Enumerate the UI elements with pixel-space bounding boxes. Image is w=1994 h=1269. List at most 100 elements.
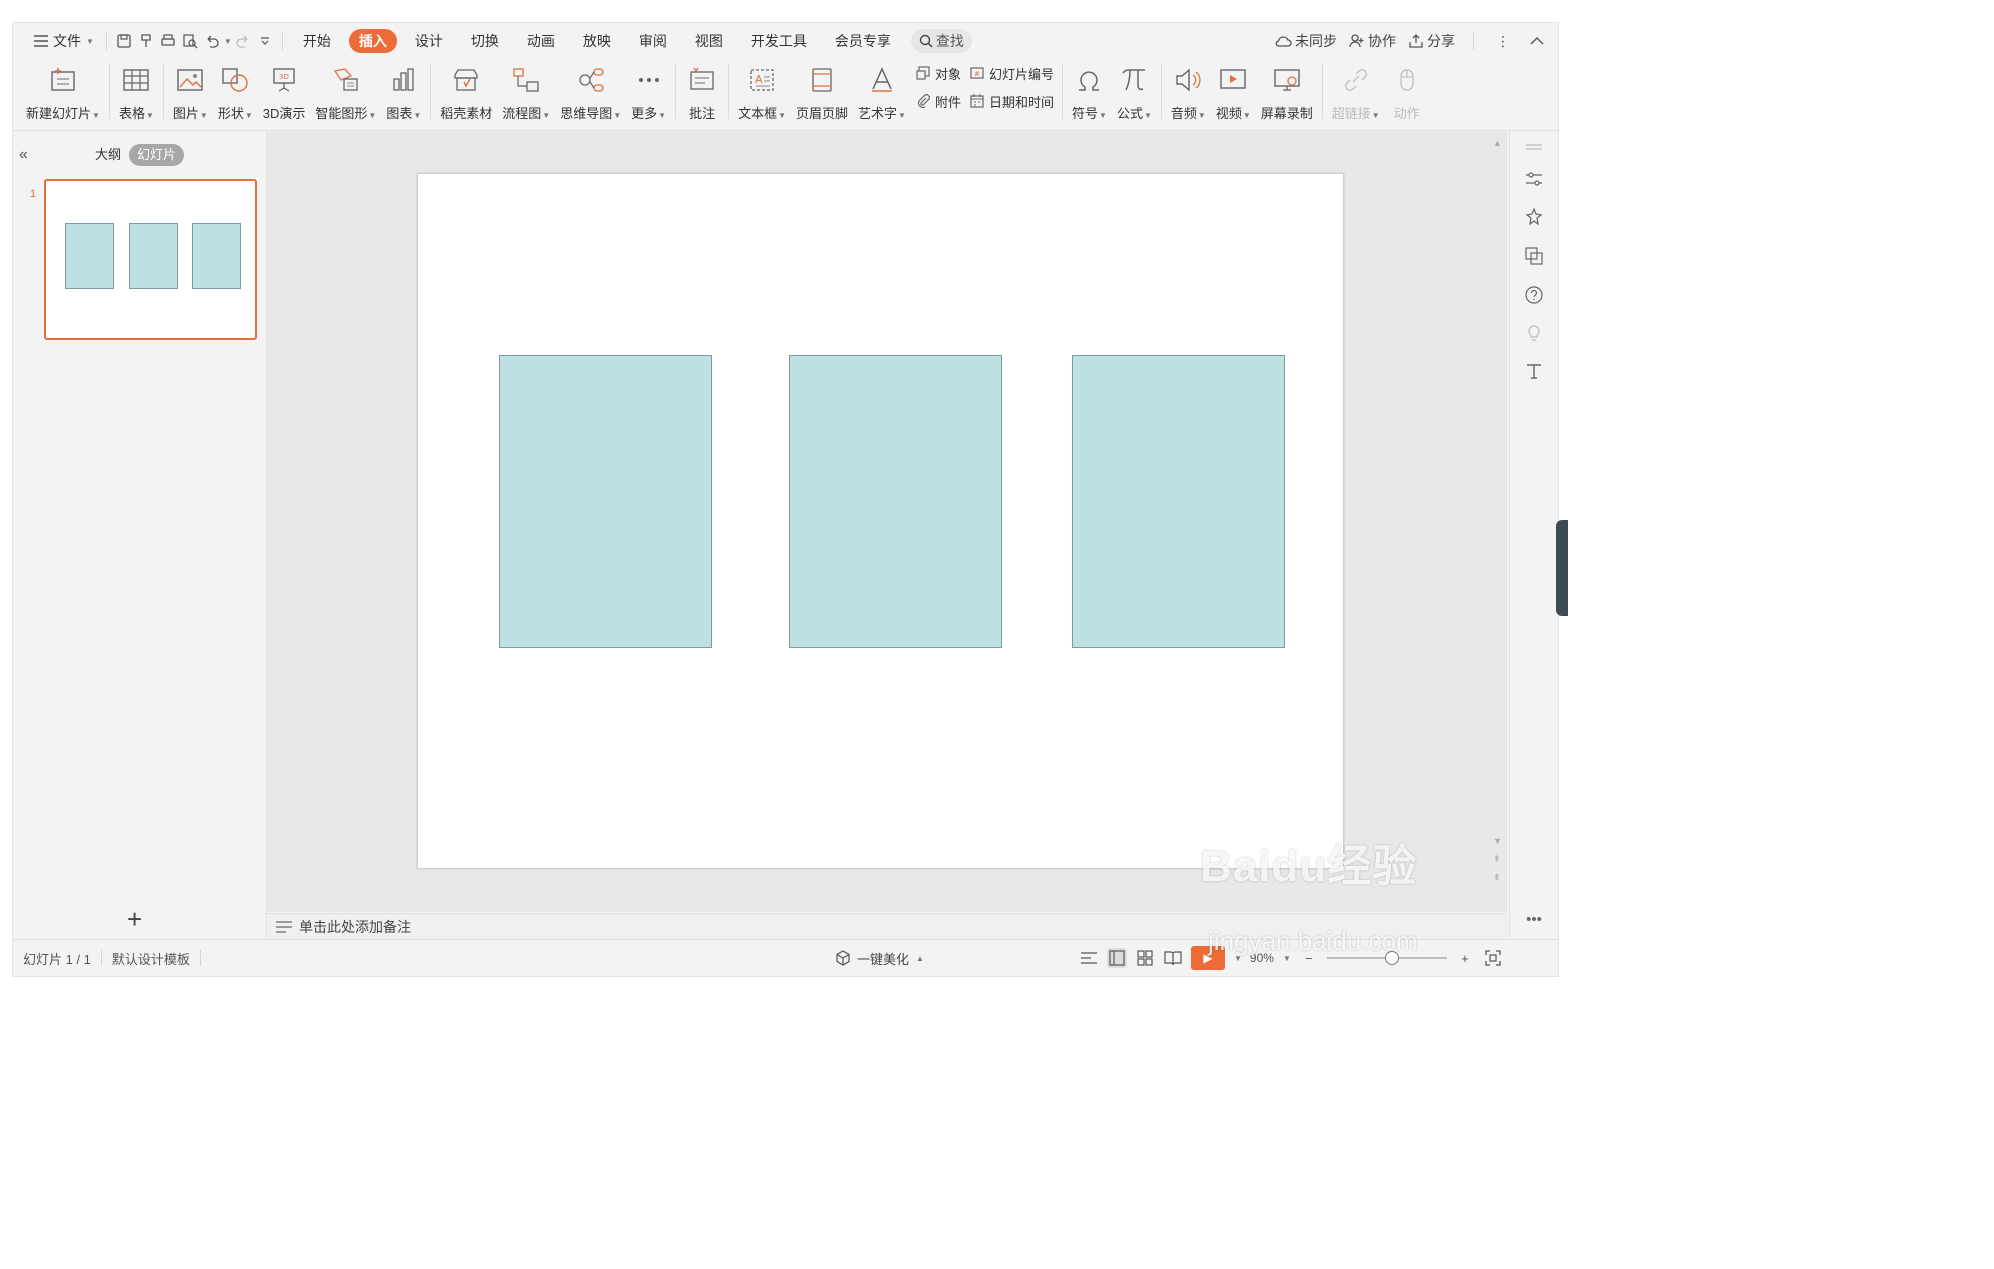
sync-button[interactable]: 未同步: [1274, 31, 1337, 51]
add-slide-button[interactable]: +: [127, 906, 142, 932]
slide-thumbnail[interactable]: [44, 179, 257, 340]
3d-presentation-button[interactable]: 3D 3D演示: [258, 59, 311, 125]
table-label: 表格: [118, 106, 145, 121]
action-button[interactable]: 动作: [1385, 59, 1429, 125]
symbol-button[interactable]: 符号▼: [1067, 59, 1112, 125]
side-panel-handle[interactable]: [1556, 520, 1568, 616]
picture-button[interactable]: 图片▼: [168, 59, 213, 125]
wordart-button[interactable]: 艺术字▼: [853, 59, 911, 125]
sync-label: 未同步: [1295, 33, 1337, 49]
textbox-button[interactable]: A 文本框▼: [733, 59, 791, 125]
more-horizontal-icon[interactable]: •••: [1523, 908, 1545, 930]
tab-slides[interactable]: 幻灯片: [129, 144, 185, 166]
hyperlink-label: 超链接: [1331, 106, 1371, 121]
chart-button[interactable]: 图表▼: [381, 59, 426, 125]
outline-view-icon[interactable]: [1079, 948, 1099, 968]
rectangle-shape[interactable]: [499, 355, 712, 648]
divider: [675, 63, 677, 119]
tab-member[interactable]: 会员专享: [821, 29, 905, 53]
screen-record-button[interactable]: 屏幕录制: [1256, 59, 1318, 125]
attachment-button[interactable]: 附件: [915, 91, 961, 111]
material-button[interactable]: 稻壳素材: [435, 59, 497, 125]
screen-record-icon: [1270, 63, 1304, 97]
pi-icon: [1117, 63, 1151, 97]
textbox-label: 文本框: [738, 106, 778, 121]
slide-sorter-icon[interactable]: [1135, 948, 1155, 968]
fit-window-icon[interactable]: [1483, 948, 1503, 968]
slide-canvas[interactable]: [417, 173, 1344, 869]
vertical-scrollbar[interactable]: ▲ ▼ ⇞ ⇟: [1489, 132, 1507, 912]
share-button[interactable]: 分享: [1408, 31, 1455, 51]
new-slide-button[interactable]: 新建幻灯片▼: [21, 59, 105, 125]
redo-icon[interactable]: [232, 30, 254, 52]
collaborate-button[interactable]: 协作: [1349, 31, 1396, 51]
tab-design[interactable]: 设计: [401, 29, 457, 53]
audio-button[interactable]: 音频▼: [1166, 59, 1211, 125]
transform-icon[interactable]: [1523, 245, 1545, 267]
datetime-button[interactable]: 日期和时间: [969, 91, 1054, 111]
slide-counter: 幻灯片 1 / 1: [23, 951, 91, 967]
smartart-button[interactable]: 智能图形▼: [310, 59, 381, 125]
more-vertical-icon[interactable]: ⋮: [1492, 30, 1514, 52]
tab-view[interactable]: 视图: [681, 29, 737, 53]
template-name[interactable]: 默认设计模板: [102, 949, 200, 968]
object-button[interactable]: 对象: [915, 63, 961, 83]
sidebar-grip-icon: [1523, 136, 1545, 158]
tab-insert[interactable]: 插入: [348, 29, 397, 53]
beautify-label: 一键美化: [857, 951, 910, 967]
shape-icon: [218, 63, 252, 97]
screen-record-label: 屏幕录制: [1260, 106, 1313, 121]
customize-toolbar-icon[interactable]: [254, 30, 276, 52]
normal-view-icon[interactable]: [1107, 948, 1127, 968]
print-preview-icon[interactable]: [179, 30, 201, 52]
more-button[interactable]: 更多▼: [626, 59, 671, 125]
rectangle-shape[interactable]: [1072, 355, 1285, 648]
divider: [281, 32, 283, 50]
tab-outline[interactable]: 大纲: [87, 144, 129, 166]
shape-button[interactable]: 形状▼: [213, 59, 258, 125]
properties-icon[interactable]: [1523, 168, 1545, 190]
collapse-ribbon-icon[interactable]: [1526, 30, 1548, 52]
header-footer-button[interactable]: 页眉页脚: [791, 59, 853, 125]
chevron-down-icon: ▼: [92, 111, 100, 120]
slide-number-button[interactable]: # 幻灯片编号: [969, 63, 1054, 83]
format-painter-icon[interactable]: [135, 30, 157, 52]
magic-icon[interactable]: [1523, 206, 1545, 228]
scroll-down-icon[interactable]: ▼: [1493, 836, 1502, 846]
lightbulb-icon[interactable]: [1523, 322, 1545, 344]
next-slide-icon[interactable]: ⇟: [1493, 872, 1501, 883]
table-button[interactable]: 表格▼: [114, 59, 159, 125]
svg-text:#: #: [974, 70, 980, 78]
beautify-button[interactable]: 一键美化 ▲: [835, 940, 924, 976]
divider: [728, 63, 730, 119]
file-menu[interactable]: 文件 ▼: [27, 28, 100, 54]
save-icon[interactable]: [113, 30, 135, 52]
zoom-slider[interactable]: [1326, 951, 1447, 965]
comment-button[interactable]: 批注: [680, 59, 724, 125]
tab-transitions[interactable]: 切换: [457, 29, 513, 53]
reading-view-icon[interactable]: [1163, 948, 1183, 968]
tab-slideshow[interactable]: 放映: [569, 29, 625, 53]
rectangle-shape[interactable]: [789, 355, 1002, 648]
undo-icon[interactable]: [201, 30, 223, 52]
hyperlink-button[interactable]: 超链接▼: [1327, 59, 1385, 125]
previous-slide-icon[interactable]: ⇞: [1493, 854, 1501, 865]
search-box[interactable]: 查找: [910, 29, 972, 53]
chevron-down-icon: ▼: [1197, 111, 1206, 120]
print-icon[interactable]: [157, 30, 179, 52]
help-icon[interactable]: [1523, 284, 1545, 306]
text-icon[interactable]: [1523, 360, 1545, 382]
video-button[interactable]: 视频▼: [1211, 59, 1256, 125]
zoom-in-icon[interactable]: +: [1455, 948, 1475, 968]
tab-developer[interactable]: 开发工具: [737, 29, 821, 53]
share-icon: [1408, 33, 1424, 49]
formula-button[interactable]: 公式▼: [1112, 59, 1157, 125]
collapse-panel-icon[interactable]: «: [19, 146, 28, 164]
tab-animation[interactable]: 动画: [513, 29, 569, 53]
undo-dropdown-icon[interactable]: ▼: [224, 37, 232, 46]
mindmap-button[interactable]: 思维导图▼: [555, 59, 626, 125]
tab-home[interactable]: 开始: [289, 29, 345, 53]
tab-review[interactable]: 审阅: [625, 29, 681, 53]
flowchart-button[interactable]: 流程图▼: [497, 59, 555, 125]
scroll-up-icon[interactable]: ▲: [1493, 138, 1502, 148]
